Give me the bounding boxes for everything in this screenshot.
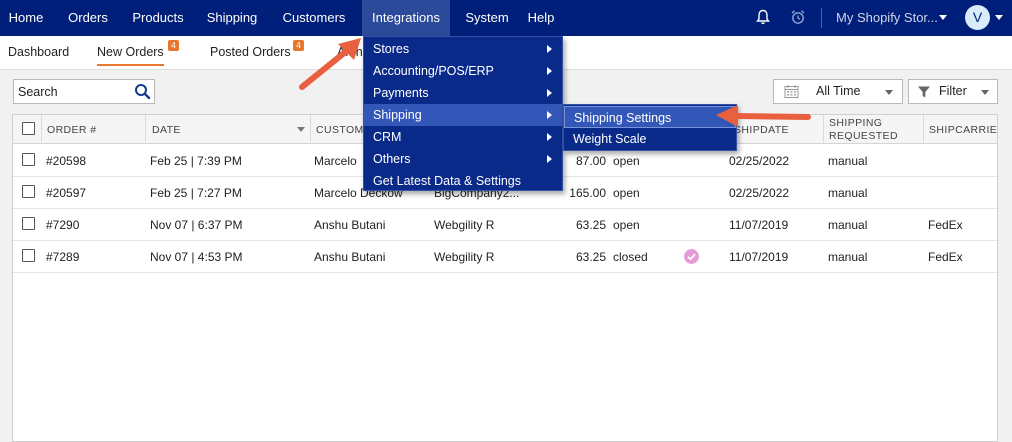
chevron-right-icon <box>547 45 552 53</box>
row-checkbox[interactable] <box>22 153 35 166</box>
chevron-right-icon <box>547 133 552 141</box>
nav-home[interactable]: Home <box>0 0 52 36</box>
order-status: open <box>613 218 640 232</box>
order-total: 63.25 <box>575 218 606 232</box>
chevron-down-icon <box>885 90 893 95</box>
filter-button[interactable]: Filter <box>908 79 998 104</box>
nav-system[interactable]: System <box>456 0 518 36</box>
chevron-down-icon <box>981 90 989 95</box>
order-number[interactable]: #20597 <box>46 186 86 200</box>
ship-carrier: FedEx <box>928 250 963 264</box>
shipping-requested: manual <box>828 218 868 232</box>
store-selector[interactable]: My Shopify Stor... <box>836 0 938 36</box>
nav-orders[interactable]: Orders <box>56 0 120 36</box>
menu-item-accounting[interactable]: Accounting/POS/ERP <box>364 60 562 82</box>
count-badge: 4 <box>293 40 304 51</box>
submenu-item-shipping-settings[interactable]: Shipping Settings <box>564 106 736 128</box>
order-date: Feb 25 | 7:27 PM <box>150 186 242 200</box>
row-checkbox[interactable] <box>22 249 35 262</box>
tab-archived[interactable]: Arch <box>337 45 363 59</box>
order-date: Nov 07 | 6:37 PM <box>150 218 243 232</box>
filter-icon <box>918 86 930 98</box>
nav-integrations[interactable]: Integrations <box>362 0 450 36</box>
ship-date: 02/25/2022 <box>729 186 790 200</box>
order-date: Nov 07 | 4:53 PM <box>150 250 243 264</box>
tab-posted-orders[interactable]: Posted Orders 4 <box>210 40 304 59</box>
ship-date: 11/07/2019 <box>729 218 789 232</box>
nav-divider <box>821 8 822 28</box>
calendar-icon <box>784 85 799 98</box>
order-status: closed <box>613 250 648 264</box>
tab-dashboard[interactable]: Dashboard <box>8 45 69 59</box>
chevron-down-icon[interactable] <box>995 15 1003 20</box>
select-all-checkbox[interactable] <box>22 122 35 135</box>
order-total: 87.00 <box>575 154 606 168</box>
customer-name: Anshu Butani <box>314 218 386 232</box>
tab-new-orders[interactable]: New Orders 4 <box>97 40 179 66</box>
column-divider <box>310 115 311 144</box>
order-number[interactable]: #7289 <box>46 250 79 264</box>
top-navigation-bar: Home Orders Products Shipping Customers … <box>0 0 1012 36</box>
ship-carrier: FedEx <box>928 218 963 232</box>
sort-descending-icon[interactable] <box>297 127 305 132</box>
search-input[interactable] <box>18 83 130 101</box>
menu-item-shipping[interactable]: Shipping <box>364 104 562 126</box>
company-name: Webgility R <box>434 250 495 264</box>
menu-item-payments[interactable]: Payments <box>364 82 562 104</box>
verified-check-icon <box>684 249 699 264</box>
nav-help[interactable]: Help <box>520 0 562 36</box>
customer-name: Marcelo <box>314 154 357 168</box>
order-number[interactable]: #7290 <box>46 218 79 232</box>
nav-customers[interactable]: Customers <box>272 0 356 36</box>
bell-icon[interactable] <box>756 9 770 25</box>
shipping-submenu: Shipping Settings Weight Scale <box>563 104 737 151</box>
date-range-label: All Time <box>816 84 861 98</box>
column-divider <box>41 115 42 144</box>
count-badge: 4 <box>168 40 179 51</box>
order-status: open <box>613 186 640 200</box>
ship-date: 11/07/2019 <box>729 250 789 264</box>
ship-date: 02/25/2022 <box>729 154 790 168</box>
column-divider <box>923 115 924 144</box>
order-number[interactable]: #20598 <box>46 154 86 168</box>
order-date: Feb 25 | 7:39 PM <box>150 154 242 168</box>
shipping-requested: manual <box>828 154 868 168</box>
column-divider <box>145 115 146 144</box>
row-checkbox[interactable] <box>22 185 35 198</box>
menu-item-crm[interactable]: CRM <box>364 126 562 148</box>
menu-item-others[interactable]: Others <box>364 148 562 170</box>
date-range-select[interactable]: All Time <box>773 79 903 104</box>
search-icon[interactable] <box>134 83 151 100</box>
customer-name: Anshu Butani <box>314 250 386 264</box>
chevron-right-icon <box>547 89 552 97</box>
shipping-requested: manual <box>828 250 868 264</box>
avatar[interactable]: V <box>965 5 990 30</box>
chevron-right-icon <box>547 155 552 163</box>
integrations-dropdown-menu: Stores Accounting/POS/ERP Payments Shipp… <box>363 36 563 191</box>
menu-item-get-latest-data[interactable]: Get Latest Data & Settings <box>364 170 562 192</box>
filter-label: Filter <box>939 84 967 98</box>
order-total: 165.00 <box>569 186 606 200</box>
shipping-requested: manual <box>828 186 868 200</box>
nav-products[interactable]: Products <box>122 0 194 36</box>
order-total: 63.25 <box>575 250 606 264</box>
chevron-down-icon[interactable] <box>939 15 947 20</box>
row-checkbox[interactable] <box>22 217 35 230</box>
chevron-right-icon <box>547 111 552 119</box>
search-box <box>13 79 155 104</box>
table-row[interactable]: #7290 Nov 07 | 6:37 PM Anshu Butani Webg… <box>13 209 997 241</box>
table-row[interactable]: #7289 Nov 07 | 4:53 PM Anshu Butani Webg… <box>13 241 997 273</box>
column-divider <box>823 115 824 144</box>
nav-shipping[interactable]: Shipping <box>196 0 268 36</box>
chevron-right-icon <box>547 67 552 75</box>
order-status: open <box>613 154 640 168</box>
submenu-item-weight-scale[interactable]: Weight Scale <box>564 128 736 150</box>
menu-item-stores[interactable]: Stores <box>364 38 562 60</box>
alarm-clock-icon[interactable] <box>790 9 806 25</box>
company-name: Webgility R <box>434 218 495 232</box>
